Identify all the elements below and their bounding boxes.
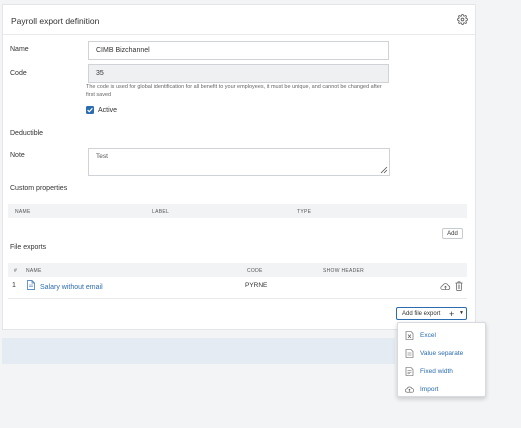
column-number: # [14, 268, 18, 274]
menu-item-value-separate[interactable]: Value separate [398, 344, 485, 362]
trash-icon[interactable] [455, 281, 463, 291]
deductible-label: Deductible [10, 130, 44, 137]
code-label: Code [10, 70, 27, 77]
active-checkbox[interactable] [86, 106, 94, 114]
plus-icon: + [449, 309, 455, 319]
column-name: NAME [15, 209, 31, 215]
menu-item-import[interactable]: Import [398, 380, 485, 398]
excel-file-icon [405, 331, 414, 340]
chevron-down-icon: ▼ [459, 310, 464, 316]
check-icon [87, 107, 93, 113]
resize-handle-icon[interactable] [378, 164, 388, 174]
custom-properties-header: NAME LABEL TYPE [8, 204, 467, 218]
file-export-dropdown-menu: Excel Value separate Fixed width Import [397, 322, 486, 397]
menu-item-label: Fixed width [420, 368, 453, 375]
file-exports-header: # NAME CODE SHOW HEADER [8, 263, 467, 277]
column-label: LABEL [152, 209, 170, 215]
file-export-name-link[interactable]: Salary without email [40, 284, 103, 291]
custom-properties-title: Custom properties [10, 185, 68, 192]
footer-bar [2, 338, 395, 364]
column-code: CODE [247, 268, 263, 274]
active-label: Active [98, 107, 118, 114]
name-input[interactable]: CIMB Bizchannel [88, 41, 389, 60]
column-name: NAME [26, 268, 42, 274]
column-show-header: SHOW HEADER [323, 268, 365, 274]
add-property-button[interactable]: Add [442, 228, 463, 239]
note-text: Test [96, 153, 108, 160]
code-help-text: The code is used for global identificati… [86, 84, 382, 98]
page-title: Payroll export definition [11, 16, 100, 26]
cloud-upload-icon[interactable] [440, 282, 451, 291]
code-input: 35 [88, 64, 389, 83]
note-textarea[interactable]: Test [88, 148, 390, 176]
menu-item-excel[interactable]: Excel [398, 326, 485, 344]
csv-file-icon [405, 349, 414, 358]
table-row[interactable]: 1 Salary without email PYRNE [8, 279, 467, 299]
file-icon [27, 280, 35, 290]
menu-item-label: Value separate [420, 350, 464, 357]
cloud-upload-icon [405, 386, 414, 393]
note-label: Note [10, 152, 25, 159]
file-exports-title: File exports [10, 244, 47, 251]
menu-item-fixed-width[interactable]: Fixed width [398, 362, 485, 380]
menu-item-label: Excel [420, 332, 436, 339]
row-number: 1 [12, 282, 16, 289]
menu-item-label: Import [420, 386, 439, 393]
column-type: TYPE [297, 209, 312, 215]
add-file-export-button[interactable]: Add file export + ▼ [396, 307, 467, 320]
add-file-export-label: Add file export [402, 311, 441, 317]
file-export-code: PYRNE [245, 282, 268, 289]
gear-icon[interactable] [457, 14, 468, 25]
text-file-icon [405, 367, 414, 376]
name-label: Name [10, 46, 29, 53]
panel-header: Payroll export definition [3, 5, 475, 35]
